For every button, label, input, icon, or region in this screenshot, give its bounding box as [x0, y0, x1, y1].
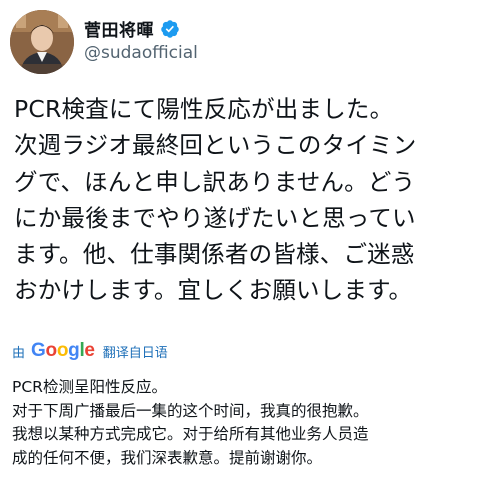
avatar[interactable]: [10, 10, 74, 74]
tweet-text: PCR検査にて陽性反応が出ました。 次週ラジオ最終回というこのタイミン グで、ほ…: [14, 91, 474, 309]
user-handle[interactable]: @sudaofficial: [84, 43, 198, 63]
google-logo: Google: [31, 340, 95, 361]
translation-attribution[interactable]: 由 Google 翻译自日语: [12, 340, 168, 362]
tweet-line: グで、ほんと申し訳ありません。どう: [14, 167, 416, 196]
tweet-line: 次週ラジオ最終回というこのタイミン: [14, 131, 417, 160]
display-name[interactable]: 菅田将暉: [84, 16, 154, 41]
translation-line: 我想以某种方式完成它。对于给所有其他业务人员造: [12, 425, 369, 443]
translation-line: PCR检测呈阳性反应。: [12, 378, 167, 396]
translated-text: PCR检测呈阳性反应。 对于下周广播最后一集的这个时间，我真的很抱歉。 我想以某…: [12, 376, 472, 470]
verified-badge-icon: [160, 19, 180, 39]
translated-from-link[interactable]: 翻译自日语: [103, 342, 168, 361]
translation-line: 对于下周广播最后一集的这个时间，我真的很抱歉。: [12, 401, 369, 420]
name-row: 菅田将暉: [84, 16, 180, 41]
tweet-line: にか最後までやり遂げたいと思ってい: [14, 203, 416, 232]
tweet-line: ます。他、仕事関係者の皆様、ご迷惑: [14, 240, 415, 269]
translation-line: 成的任何不便，我们深表歉意。提前谢谢你。: [12, 448, 323, 467]
tweet-line: おかけします。宜しくお願いします。: [14, 276, 413, 305]
tweet-line: PCR検査にて陽性反応が出ました。: [14, 95, 394, 123]
translated-by-label: 由: [12, 345, 26, 361]
avatar-image: [10, 10, 74, 74]
tweet-header: 菅田将暉 @sudaofficial: [10, 8, 470, 76]
